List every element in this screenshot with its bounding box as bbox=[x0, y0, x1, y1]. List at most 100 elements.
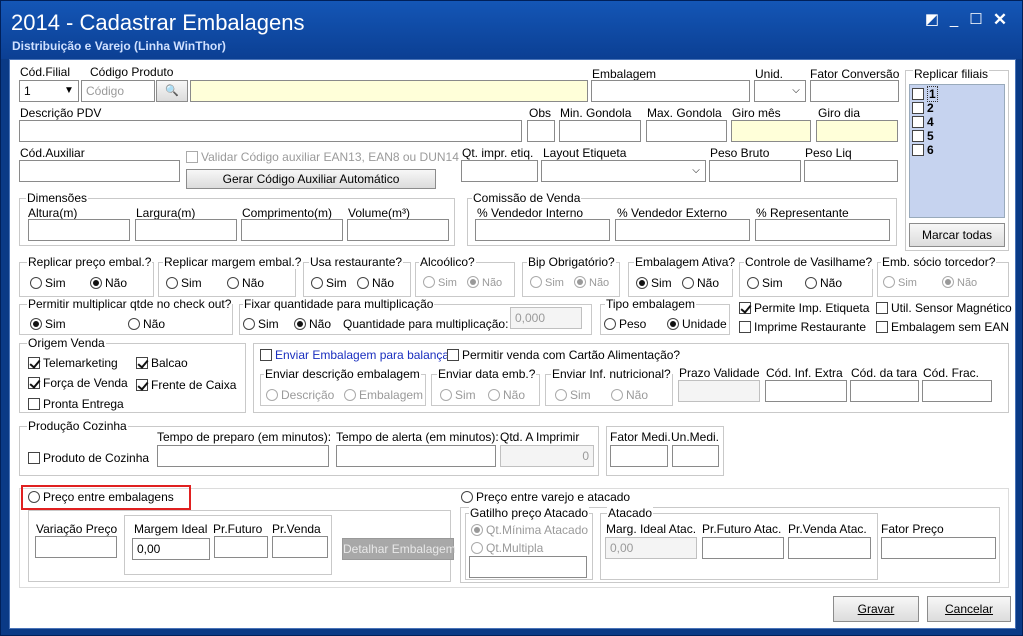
vasilhame-nao-radio[interactable]: Não bbox=[805, 276, 842, 290]
pr-venda-atac-input[interactable] bbox=[788, 537, 871, 559]
giro-mes-input[interactable] bbox=[731, 120, 811, 142]
embalagem-sem-ean-checkbox[interactable]: Embalagem sem EAN bbox=[876, 320, 1009, 334]
replicar-margem-nao-radio[interactable]: Não bbox=[227, 276, 264, 290]
largura-input[interactable] bbox=[135, 219, 237, 241]
search-product-button[interactable]: 🔍 bbox=[156, 80, 188, 102]
frente-caixa-checkbox[interactable]: Frente de Caixa bbox=[136, 378, 236, 392]
product-description-input[interactable] bbox=[190, 80, 588, 102]
socio-sim-radio[interactable]: Sim bbox=[883, 276, 917, 290]
filial-item[interactable]: 6 bbox=[912, 143, 934, 157]
nutricional-nao-radio[interactable]: Não bbox=[611, 388, 648, 402]
qt-multipla-radio[interactable]: Qt.Multipla bbox=[471, 541, 543, 555]
vendedor-externo-input[interactable] bbox=[615, 219, 750, 241]
alcoolico-sim-radio[interactable]: Sim bbox=[423, 276, 457, 290]
nutricional-sim-radio[interactable]: Sim bbox=[555, 388, 591, 402]
permitir-multiplicar-sim-radio[interactable]: Sim bbox=[30, 317, 66, 331]
fator-conversao-input[interactable] bbox=[810, 80, 899, 102]
detalhar-embalagem-button[interactable]: Detalhar Embalagem bbox=[342, 538, 456, 560]
marcar-todas-button[interactable]: Marcar todas bbox=[909, 223, 1005, 247]
maximize-icon[interactable]: ☐ bbox=[967, 11, 985, 29]
alcoolico-nao-radio[interactable]: Não bbox=[467, 276, 502, 290]
prazo-validade-input[interactable] bbox=[678, 380, 760, 402]
unid-select[interactable]: ⌵ bbox=[754, 80, 806, 102]
tipo-peso-radio[interactable]: Peso bbox=[604, 317, 646, 331]
layout-etiqueta-select[interactable]: ⌵ bbox=[541, 160, 706, 182]
marg-ideal-atac-input[interactable]: 0,00 bbox=[605, 537, 697, 559]
permite-imp-etiqueta-checkbox[interactable]: Permite Imp. Etiqueta bbox=[739, 301, 869, 315]
tipo-unidade-radio[interactable]: Unidade bbox=[667, 317, 727, 331]
comprimento-input[interactable] bbox=[241, 219, 343, 241]
produto-cozinha-checkbox[interactable]: Produto de Cozinha bbox=[28, 451, 149, 465]
data-nao-radio[interactable]: Não bbox=[488, 388, 525, 402]
max-gondola-input[interactable] bbox=[646, 120, 727, 142]
usa-restaurante-nao-radio[interactable]: Não bbox=[357, 276, 394, 290]
volume-input[interactable] bbox=[347, 219, 449, 241]
vendedor-interno-input[interactable] bbox=[475, 219, 610, 241]
descricao-radio[interactable]: Descrição bbox=[266, 388, 334, 402]
enviar-balanca-checkbox[interactable]: Enviar Embalagem para balança bbox=[260, 348, 450, 362]
filial-item[interactable]: 1 bbox=[912, 86, 938, 102]
replicar-preco-sim-radio[interactable]: Sim bbox=[30, 276, 66, 290]
altura-input[interactable] bbox=[28, 219, 130, 241]
validar-ean-checkbox[interactable]: Validar Código auxiliar EAN13, EAN8 ou D… bbox=[186, 150, 459, 164]
embalagem-ativa-nao-radio[interactable]: Não bbox=[682, 276, 719, 290]
socio-nao-radio[interactable]: Não bbox=[942, 276, 977, 290]
pr-futuro-input[interactable] bbox=[214, 536, 268, 558]
data-sim-radio[interactable]: Sim bbox=[440, 388, 476, 402]
pr-venda-input[interactable] bbox=[272, 536, 328, 558]
usa-restaurante-sim-radio[interactable]: Sim bbox=[311, 276, 347, 290]
preco-varejo-atacado-radio[interactable]: Preço entre varejo e atacado bbox=[461, 490, 631, 504]
cancelar-button[interactable]: Cancelar bbox=[927, 596, 1011, 622]
codigo-input[interactable]: Código bbox=[81, 80, 155, 102]
bip-nao-radio[interactable]: Não bbox=[574, 276, 609, 290]
fixar-sim-radio[interactable]: Sim bbox=[243, 317, 279, 331]
representante-input[interactable] bbox=[755, 219, 890, 241]
filial-item[interactable]: 4 bbox=[912, 115, 934, 129]
replicar-margem-sim-radio[interactable]: Sim bbox=[166, 276, 202, 290]
cartao-alimentacao-checkbox[interactable]: Permitir venda com Cartão Alimentação? bbox=[447, 348, 681, 362]
fator-medi-input[interactable] bbox=[610, 445, 668, 467]
gravar-button[interactable]: Gravar bbox=[833, 596, 919, 622]
restore-icon[interactable]: ◩ bbox=[923, 11, 941, 29]
cod-tara-input[interactable] bbox=[850, 380, 919, 402]
filial-item[interactable]: 2 bbox=[912, 101, 934, 115]
telemarketing-checkbox[interactable]: Telemarketing bbox=[28, 356, 118, 370]
embalagem-radio[interactable]: Embalagem bbox=[344, 388, 423, 402]
min-gondola-input[interactable] bbox=[559, 120, 641, 142]
bip-sim-radio[interactable]: Sim bbox=[530, 276, 564, 290]
margem-ideal-input[interactable]: 0,00 bbox=[132, 538, 210, 560]
close-icon[interactable]: ✕ bbox=[991, 11, 1009, 29]
pronta-entrega-checkbox[interactable]: Pronta Entrega bbox=[28, 397, 124, 411]
un-medi-input[interactable] bbox=[672, 445, 719, 467]
pr-futuro-atac-input[interactable] bbox=[702, 537, 784, 559]
sensor-magnetico-checkbox[interactable]: Util. Sensor Magnético bbox=[876, 301, 1012, 315]
descricao-pdv-input[interactable] bbox=[19, 120, 522, 142]
preco-entre-embalagens-radio[interactable]: Preço entre embalagens bbox=[28, 490, 174, 504]
tempo-preparo-input[interactable] bbox=[157, 445, 329, 467]
obs-input[interactable] bbox=[527, 120, 555, 142]
cod-filial-select[interactable]: 1 ▼ bbox=[19, 80, 79, 102]
embalagem-ativa-sim-radio[interactable]: Sim bbox=[636, 276, 672, 290]
gerar-codigo-button[interactable]: Gerar Código Auxiliar Automático bbox=[186, 169, 436, 189]
embalagem-input[interactable] bbox=[591, 80, 750, 102]
vasilhame-sim-radio[interactable]: Sim bbox=[747, 276, 783, 290]
filial-item[interactable]: 5 bbox=[912, 129, 934, 143]
forca-venda-checkbox[interactable]: Força de Venda bbox=[28, 376, 128, 390]
gatilho-input[interactable] bbox=[469, 556, 587, 578]
qtd-imprimir-input[interactable]: 0 bbox=[500, 445, 594, 467]
fixar-nao-radio[interactable]: Não bbox=[294, 317, 331, 331]
replicar-preco-nao-radio[interactable]: Não bbox=[90, 276, 127, 290]
qt-minima-radio[interactable]: Qt.Mínima Atacado bbox=[471, 523, 588, 537]
quantidade-multiplicacao-input[interactable]: 0,000 bbox=[510, 307, 582, 329]
peso-bruto-input[interactable] bbox=[709, 160, 801, 182]
variacao-preco-input[interactable] bbox=[35, 536, 117, 558]
cod-auxiliar-input[interactable] bbox=[19, 160, 180, 182]
peso-liq-input[interactable] bbox=[804, 160, 898, 182]
cod-frac-input[interactable] bbox=[922, 380, 992, 402]
qt-impr-input[interactable] bbox=[461, 160, 538, 182]
cod-inf-extra-input[interactable] bbox=[765, 380, 847, 402]
permitir-multiplicar-nao-radio[interactable]: Não bbox=[128, 317, 165, 331]
tempo-alerta-input[interactable] bbox=[336, 445, 496, 467]
minimize-icon[interactable]: _ bbox=[945, 11, 963, 29]
giro-dia-input[interactable] bbox=[816, 120, 898, 142]
